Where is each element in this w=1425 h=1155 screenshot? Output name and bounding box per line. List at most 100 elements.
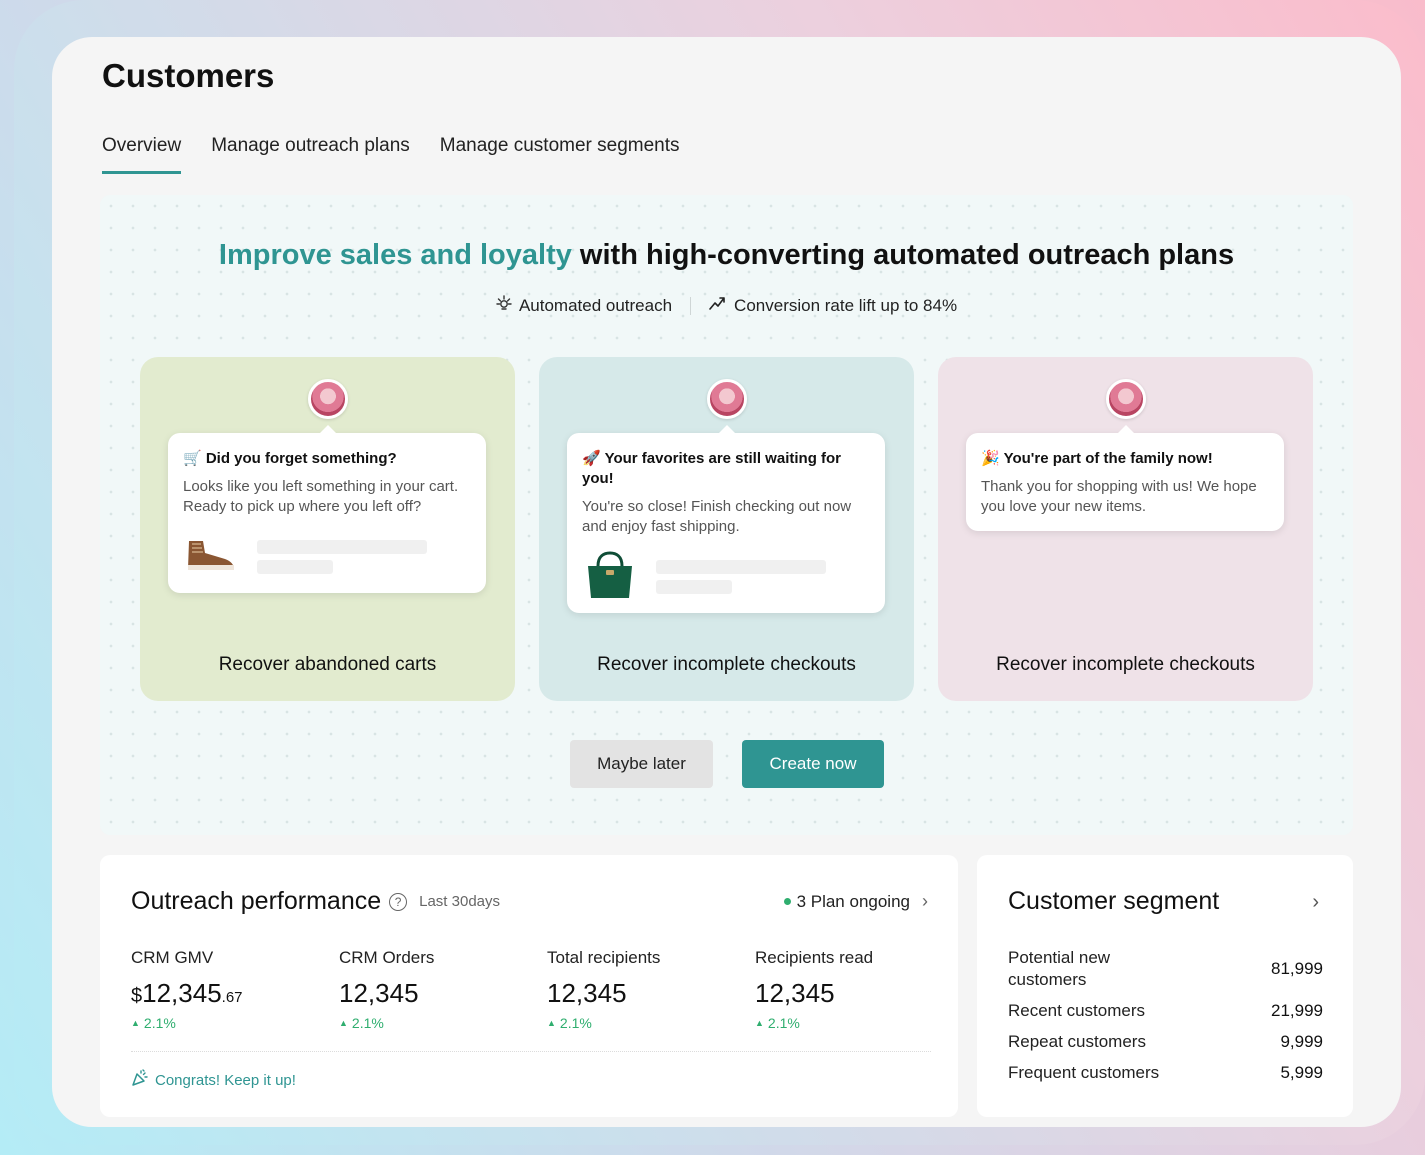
promo-features: Automated outreach Conversion rate lift … (100, 295, 1353, 316)
promo-heading-rest: with high-converting automated outreach … (571, 239, 1235, 271)
metric-value: 12,345 (339, 978, 419, 1008)
metric-delta: ▲ 2.1% (339, 1015, 547, 1031)
arrow-up-icon: ▲ (755, 1018, 764, 1028)
feature-divider (690, 296, 692, 315)
metric-label: Recipients read (755, 948, 874, 967)
metric-label: Total recipients (547, 948, 661, 967)
feature-label: Automated outreach (518, 295, 673, 315)
promo-heading: Improve sales and loyalty with high-conv… (100, 239, 1353, 272)
metric-delta: ▲ 2.1% (547, 1015, 755, 1031)
segment-name: Potential new customers (1008, 948, 1111, 989)
text-placeholder (656, 560, 826, 594)
segment-name: Frequent customers (1008, 1063, 1160, 1082)
tab-manage-customer-segments[interactable]: Manage customer segments (440, 135, 680, 174)
card-label: Recover incomplete checkouts (996, 654, 1255, 675)
tab-overview[interactable]: Overview (102, 135, 182, 174)
segment-count: 21,999 (1271, 1001, 1323, 1020)
period-label: Last 30days (419, 893, 501, 910)
metric-delta-value: 2.1% (767, 1015, 800, 1031)
segment-name: Recent customers (1008, 1001, 1145, 1020)
tab-bar: Overview Manage outreach plans Manage cu… (102, 135, 680, 174)
message-body: Thank you for shopping with us! We hope … (981, 478, 1257, 515)
metric-crm-orders: CRM Orders 12,345 ▲ 2.1% (339, 948, 547, 1031)
metric-delta: ▲ 2.1% (755, 1015, 963, 1031)
automation-icon (496, 295, 512, 316)
segment-list: Potential new customers 81,999 Recent cu… (1008, 947, 1323, 1093)
message-title: 🛒 Did you forget something? (183, 450, 397, 467)
avatar (707, 379, 747, 419)
metric-label: CRM GMV (131, 948, 214, 967)
message-preview: 🚀 Your favorites are still waiting for y… (567, 425, 885, 613)
card-label: Recover incomplete checkouts (597, 654, 856, 675)
handbag-icon (582, 550, 638, 605)
plans-ongoing-label: 3 Plan ongoing (796, 891, 910, 911)
plan-card-welcome[interactable]: 🎉 You're part of the family now! Thank y… (938, 357, 1313, 701)
customer-segment-panel: Customer segment › Potential new custome… (977, 855, 1353, 1117)
metric-recipients-read: Recipients read 12,345 ▲ 2.1% (755, 948, 963, 1031)
list-item[interactable]: Potential new customers 81,999 (1008, 947, 1323, 991)
chevron-right-icon[interactable]: › (1312, 891, 1319, 914)
metric-delta-value: 2.1% (559, 1015, 592, 1031)
outreach-promo-banner: Improve sales and loyalty with high-conv… (100, 195, 1353, 835)
feature-automated-outreach: Automated outreach (496, 295, 672, 316)
metric-delta-value: 2.1% (351, 1015, 384, 1031)
plan-card-abandoned-carts[interactable]: 🛒 Did you forget something? Looks like y… (140, 357, 515, 701)
message-title: 🎉 You're part of the family now! (981, 450, 1213, 467)
list-item[interactable]: Recent customers 21,999 (1008, 1000, 1323, 1022)
create-now-button[interactable]: Create now (742, 740, 884, 788)
party-popper-icon (131, 1069, 149, 1091)
message-body: You're so close! Finish checking out now… (582, 498, 852, 535)
metric-label: CRM Orders (339, 948, 435, 967)
page-title: Customers (102, 57, 275, 94)
segment-count: 9,999 (1280, 1032, 1323, 1051)
metrics-row: CRM GMV $12,345.67 ▲ 2.1% CRM Orders 12,3… (131, 948, 963, 1031)
chevron-right-icon: › (922, 891, 928, 911)
arrow-up-icon: ▲ (339, 1018, 348, 1028)
list-item[interactable]: Repeat customers 9,999 (1008, 1031, 1323, 1053)
feature-conversion-lift: Conversion rate lift up to 84% (709, 295, 957, 316)
shoe-icon (183, 535, 239, 580)
metric-delta: ▲ 2.1% (131, 1015, 339, 1031)
status-dot (783, 898, 791, 905)
message-body: Looks like you left something in your ca… (183, 478, 459, 515)
metric-crm-gmv: CRM GMV $12,345.67 ▲ 2.1% (131, 948, 339, 1031)
segment-name: Repeat customers (1008, 1032, 1146, 1051)
message-preview: 🎉 You're part of the family now! Thank y… (966, 425, 1284, 531)
outreach-performance-panel: Outreach performance ? Last 30days 3 Pla… (100, 855, 958, 1117)
panel-header: Outreach performance ? Last 30days (131, 887, 500, 916)
congrats-message: Congrats! Keep it up! (131, 1069, 296, 1091)
card-label: Recover abandoned carts (218, 654, 437, 675)
congrats-text: Congrats! Keep it up! (155, 1071, 296, 1089)
product-preview (582, 550, 870, 599)
promo-heading-accent: Improve sales and loyalty (218, 239, 572, 271)
product-preview (183, 535, 471, 579)
list-item[interactable]: Frequent customers 5,999 (1008, 1062, 1323, 1084)
avatar (1106, 379, 1146, 419)
metric-value: $12,345.67 (131, 978, 339, 1009)
text-placeholder (257, 540, 427, 574)
help-icon[interactable]: ? (389, 892, 408, 911)
feature-label: Conversion rate lift up to 84% (734, 295, 958, 315)
metric-value: 12,345 (755, 978, 835, 1008)
metric-value-decimal: .67 (221, 989, 243, 1006)
panel-title: Customer segment (1008, 887, 1220, 915)
plan-card-incomplete-checkouts[interactable]: 🚀 Your favorites are still waiting for y… (539, 357, 914, 701)
trend-up-icon (709, 295, 727, 316)
arrow-up-icon: ▲ (547, 1018, 556, 1028)
app-window: Customers Overview Manage outreach plans… (52, 37, 1401, 1127)
segment-count: 5,999 (1280, 1063, 1323, 1082)
message-preview: 🛒 Did you forget something? Looks like y… (168, 425, 486, 593)
panel-title: Outreach performance (131, 887, 382, 915)
arrow-up-icon: ▲ (131, 1018, 140, 1028)
tab-manage-outreach-plans[interactable]: Manage outreach plans (211, 135, 410, 174)
currency-symbol: $ (131, 985, 143, 1007)
dotted-divider (131, 1051, 931, 1052)
metric-value: 12,345 (547, 978, 627, 1008)
metric-delta-value: 2.1% (143, 1015, 176, 1031)
plans-ongoing-link[interactable]: 3 Plan ongoing › (783, 891, 928, 912)
maybe-later-button[interactable]: Maybe later (570, 740, 713, 788)
segment-count: 81,999 (1271, 959, 1323, 978)
message-title: 🚀 Your favorites are still waiting for y… (582, 450, 842, 487)
avatar (308, 379, 348, 419)
metric-value-integer: 12,345 (142, 978, 222, 1008)
